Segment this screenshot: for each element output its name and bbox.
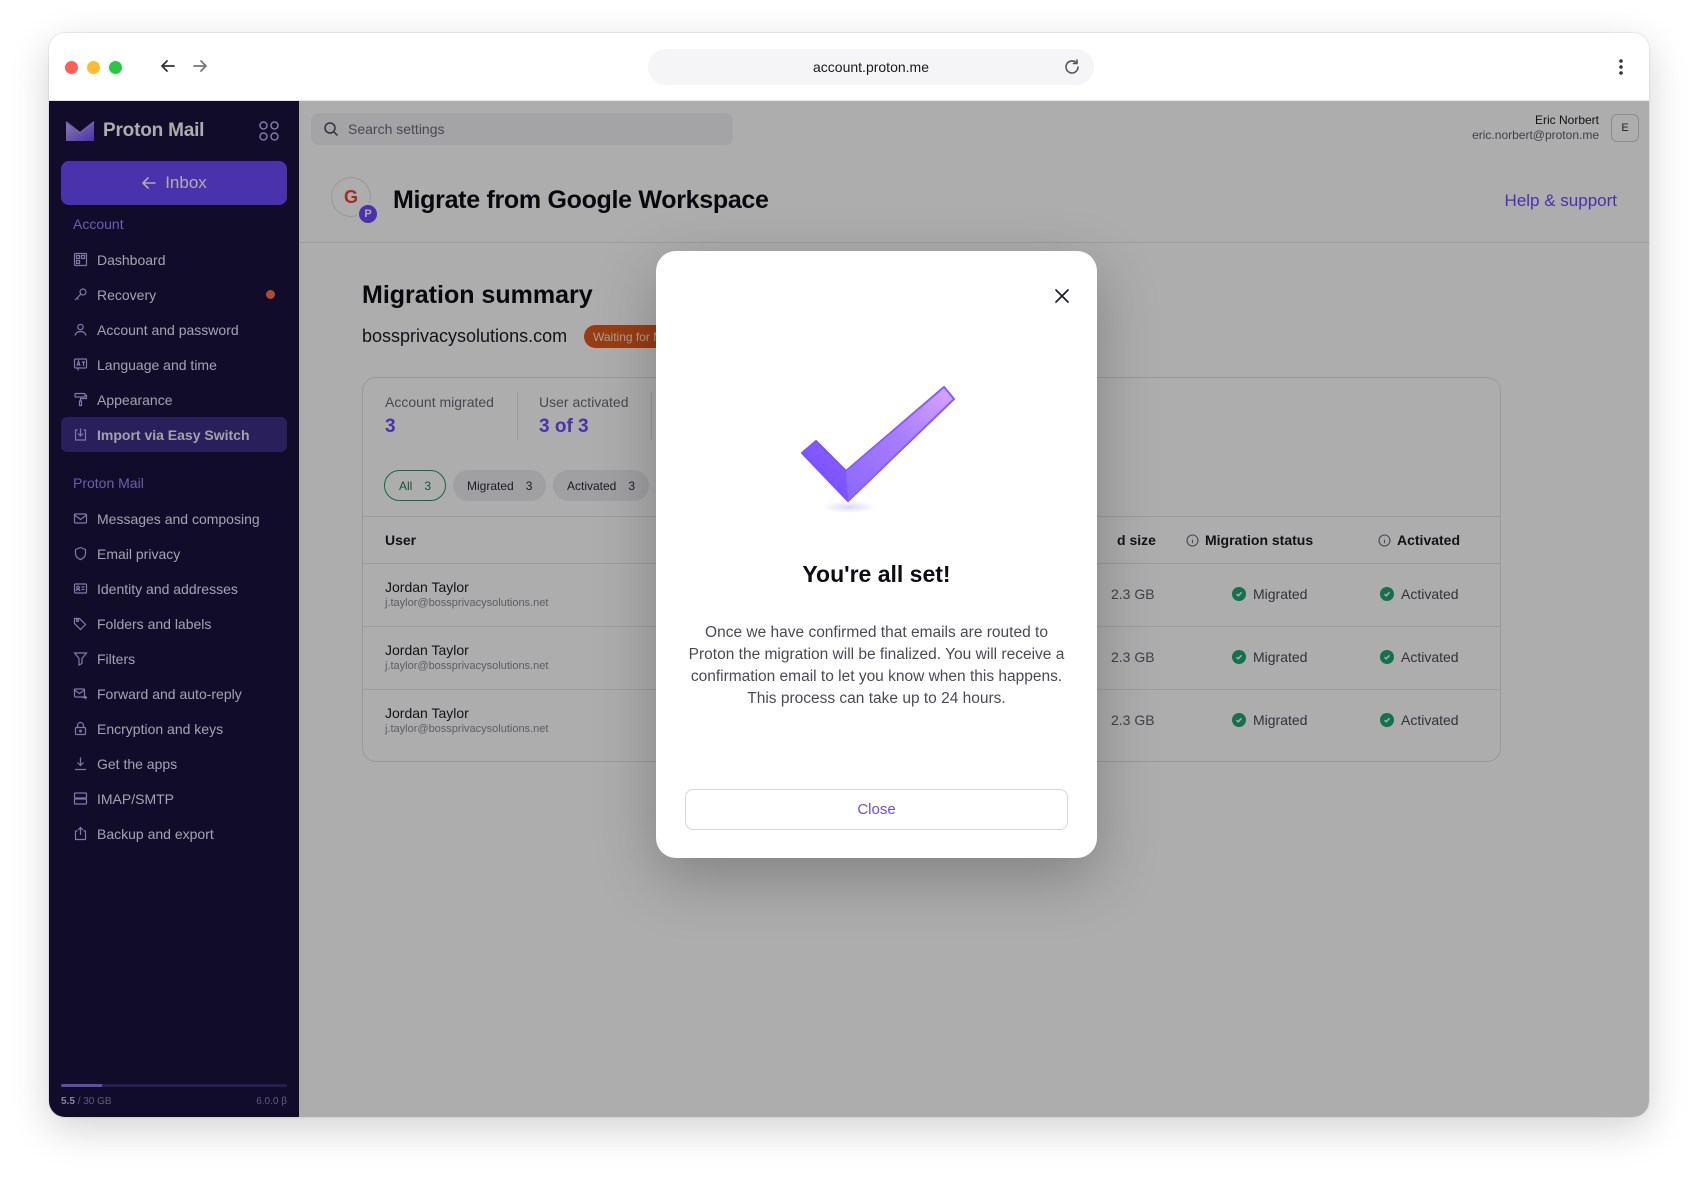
browser-toolbar: account.proton.me (49, 33, 1649, 101)
url-text: account.proton.me (813, 59, 929, 75)
back-arrow-icon[interactable] (155, 53, 181, 79)
reload-icon[interactable] (1062, 57, 1082, 77)
address-bar[interactable]: account.proton.me (648, 49, 1094, 85)
forward-arrow-icon[interactable] (187, 53, 213, 79)
checkmark-illustration (794, 379, 964, 519)
success-modal: You're all set! Once we have confirmed t… (656, 251, 1097, 858)
close-button[interactable]: Close (685, 789, 1068, 830)
maximize-window-button[interactable] (109, 61, 122, 74)
minimize-window-button[interactable] (87, 61, 100, 74)
more-options-icon[interactable] (1609, 55, 1633, 79)
modal-title: You're all set! (802, 561, 951, 587)
close-window-button[interactable] (65, 61, 78, 74)
modal-body-text: Once we have confirmed that emails are r… (688, 624, 1065, 707)
close-icon[interactable] (1051, 285, 1073, 307)
